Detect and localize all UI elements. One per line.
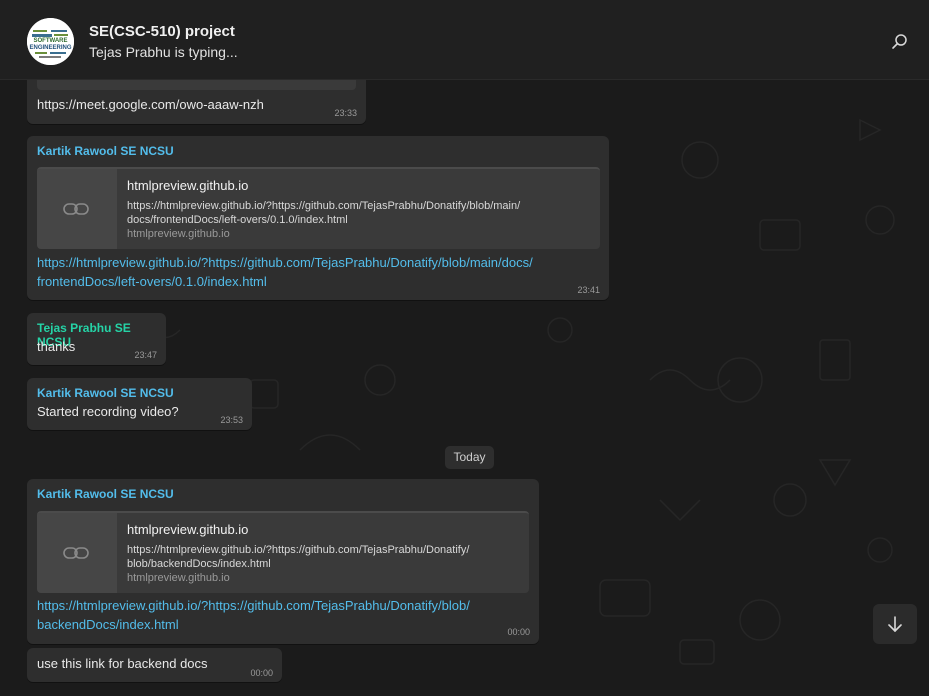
chat-title[interactable]: SE(CSC-510) project — [89, 23, 235, 40]
link-icon — [63, 547, 89, 559]
message-link-line[interactable]: https://htmlpreview.github.io/?https://g… — [37, 596, 470, 615]
typing-status: Tejas Prabhu is typing... — [89, 44, 238, 60]
link-preview-card[interactable] — [37, 80, 356, 90]
group-avatar[interactable]: SOFTWARE ENGINEERING — [27, 18, 74, 65]
preview-description-line: https://htmlpreview.github.io/?https://g… — [127, 544, 470, 556]
preview-thumbnail — [37, 169, 117, 249]
message-time: 23:53 — [220, 415, 243, 425]
message-link[interactable]: https://meet.google.com/owo-aaaw-nzh — [37, 95, 264, 114]
message-text: thanks — [37, 339, 76, 354]
svg-text:ENGINEERING: ENGINEERING — [29, 45, 71, 51]
search-button[interactable] — [890, 32, 910, 52]
preview-title: htmlpreview.github.io — [127, 178, 249, 193]
message-link-line[interactable]: frontendDocs/left-overs/0.1.0/index.html — [37, 272, 533, 291]
message-bubble: https://meet.google.com/owo-aaaw-nzh 23:… — [27, 80, 366, 124]
message-time: 23:47 — [134, 350, 157, 360]
svg-text:SOFTWARE: SOFTWARE — [34, 38, 68, 44]
link-icon — [63, 203, 89, 215]
preview-description: https://htmlpreview.github.io/?https://g… — [127, 543, 469, 571]
message-bubble: Kartik Rawool SE NCSU htmlpreview.github… — [27, 479, 539, 644]
link-preview-card[interactable]: htmlpreview.github.io https://htmlprevie… — [37, 167, 600, 249]
sender-name[interactable]: Kartik Rawool SE NCSU — [37, 386, 174, 400]
preview-domain: htmlpreview.github.io — [127, 228, 230, 240]
message-list[interactable]: https://meet.google.com/owo-aaaw-nzh 23:… — [0, 80, 929, 696]
message-time: 23:41 — [577, 285, 600, 295]
search-icon — [892, 34, 907, 49]
preview-description-line: https://htmlpreview.github.io/?https://g… — [127, 200, 521, 212]
message-link[interactable]: https://htmlpreview.github.io/?https://g… — [37, 596, 470, 634]
preview-description: https://htmlpreview.github.io/?https://g… — [127, 199, 520, 227]
preview-description-line: docs/frontendDocs/left-overs/0.1.0/index… — [127, 214, 348, 226]
message-bubble: use this link for backend docs 00:00 — [27, 648, 282, 682]
link-preview-card[interactable]: htmlpreview.github.io https://htmlprevie… — [37, 511, 529, 593]
group-logo: SOFTWARE ENGINEERING — [27, 18, 74, 65]
message-time: 00:00 — [250, 668, 273, 678]
preview-thumbnail — [37, 513, 117, 593]
preview-title: htmlpreview.github.io — [127, 522, 249, 537]
chat-header: SOFTWARE ENGINEERING SE(CSC-510) project… — [0, 0, 929, 80]
preview-description-line: blob/backendDocs/index.html — [127, 558, 271, 570]
message-link-line[interactable]: https://htmlpreview.github.io/?https://g… — [37, 253, 533, 272]
message-text: use this link for backend docs — [37, 656, 208, 671]
scroll-to-bottom-button[interactable] — [873, 604, 917, 644]
sender-name[interactable]: Kartik Rawool SE NCSU — [37, 487, 174, 501]
arrow-down-icon — [888, 616, 902, 632]
message-time: 23:33 — [334, 108, 357, 118]
message-link[interactable]: https://htmlpreview.github.io/?https://g… — [37, 253, 533, 291]
message-time: 00:00 — [507, 627, 530, 637]
preview-domain: htmlpreview.github.io — [127, 572, 230, 584]
message-text: Started recording video? — [37, 404, 179, 419]
date-divider: Today — [445, 446, 494, 469]
message-bubble: Kartik Rawool SE NCSU Started recording … — [27, 378, 252, 430]
message-bubble: Kartik Rawool SE NCSU htmlpreview.github… — [27, 136, 609, 300]
sender-name[interactable]: Kartik Rawool SE NCSU — [37, 144, 174, 158]
message-link-line[interactable]: backendDocs/index.html — [37, 615, 470, 634]
message-bubble: Tejas Prabhu SE NCSU thanks 23:47 — [27, 313, 166, 365]
